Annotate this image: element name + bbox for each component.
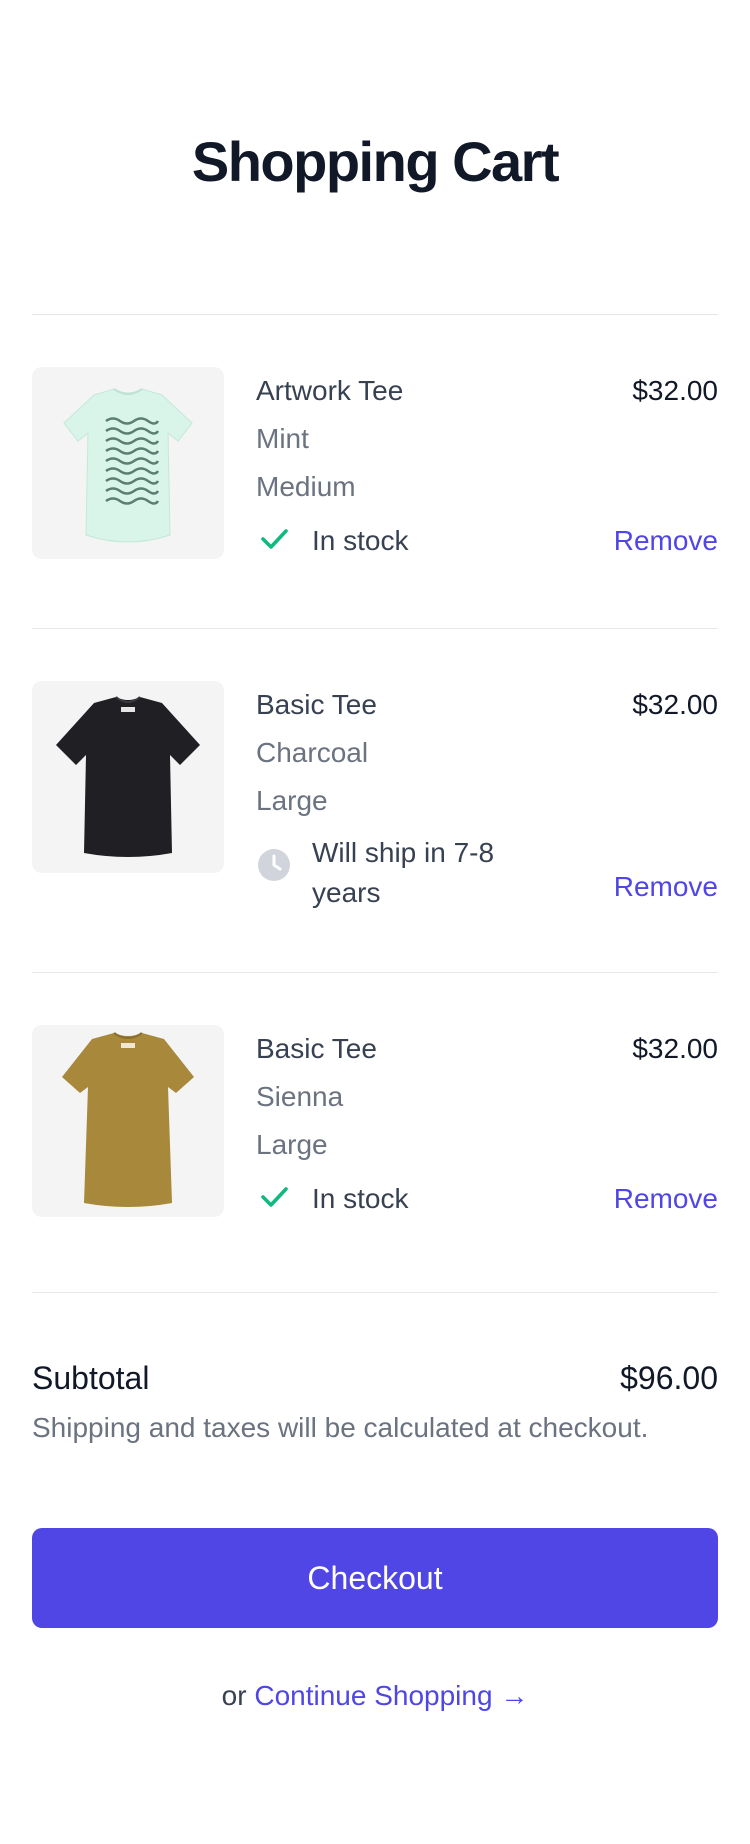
subtotal-value: $96.00 [620,1360,718,1396]
tee-mint-image [63,388,193,543]
status-text: Will ship in 7-8 years [312,833,494,913]
continue-shopping-row: or Continue Shopping → [0,1676,750,1716]
stock-status: In stock [256,521,408,561]
continue-shopping-link[interactable]: Continue Shopping → [254,1680,528,1711]
cart-item: Basic Tee $32.00 Sienna Large In stock R… [32,1025,718,1255]
status-line: Will ship in 7-8 [312,837,495,868]
page-title: Shopping Cart [191,130,560,193]
tee-charcoal-image [56,696,200,857]
cart-item: Artwork Tee $32.00 Mint Medium In stock … [32,367,718,597]
product-price: $32.00 [632,375,718,406]
or-text: or [221,1680,247,1711]
product-image[interactable] [32,1025,224,1217]
product-name[interactable]: Basic Tee [256,1031,377,1067]
product-color: Mint [256,423,309,454]
shipping-status: Will ship in 7-8 years [256,833,494,913]
product-size: Large [256,1129,328,1160]
status-line: years [312,877,381,908]
checkout-button[interactable]: Checkout [32,1528,718,1628]
shipping-note: Shipping and taxes will be calculated at… [32,1412,649,1443]
divider [32,314,718,315]
status-text: In stock [312,525,409,556]
divider [32,972,718,973]
tee-sienna-image [62,1032,194,1207]
product-color: Charcoal [256,737,369,768]
check-icon [256,1179,292,1215]
check-icon [256,521,292,557]
shopping-cart-page: Shopping Cart Artwork Tee $32.00 Mint Me… [0,0,750,1844]
remove-button[interactable]: Remove [614,523,718,559]
product-name[interactable]: Artwork Tee [256,373,403,409]
clock-icon [256,847,292,883]
status-text: In stock [312,1183,409,1214]
product-image[interactable] [32,681,224,873]
remove-button[interactable]: Remove [614,1181,718,1217]
subtotal-label: Subtotal [32,1360,150,1396]
product-name[interactable]: Basic Tee [256,687,377,723]
product-size: Medium [256,471,356,502]
product-image[interactable] [32,367,224,559]
divider [32,1292,718,1293]
stock-status: In stock [256,1179,408,1219]
remove-button[interactable]: Remove [614,869,718,905]
product-color: Sienna [256,1081,344,1112]
product-size: Large [256,785,328,816]
divider [32,628,718,629]
product-price: $32.00 [632,689,718,720]
cart-item: Basic Tee $32.00 Charcoal Large Will shi… [32,681,718,941]
product-price: $32.00 [632,1033,718,1064]
